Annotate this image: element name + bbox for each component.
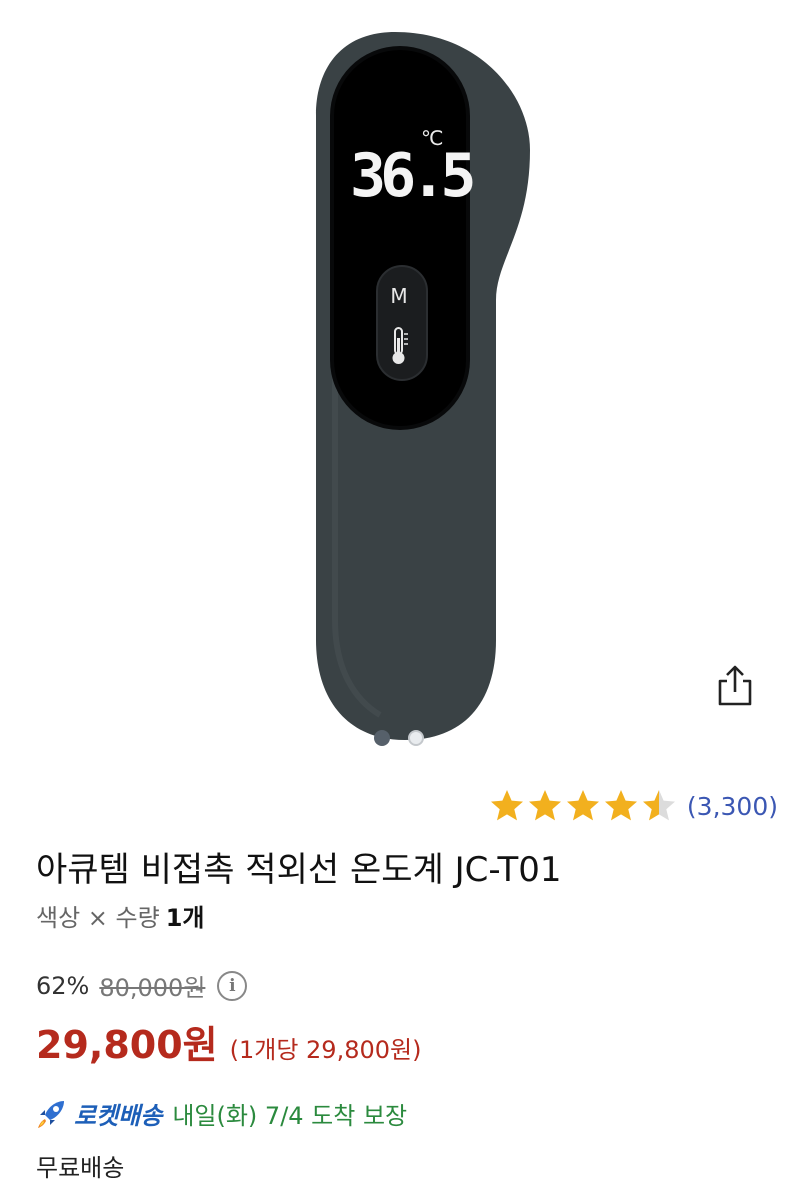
discount-rate: 62% <box>36 971 90 1000</box>
product-title: 아큐템 비접촉 적외선 온도계 JC-T01 <box>36 850 562 890</box>
arrival-guarantee: 내일(화) 7/4 도착 보장 <box>172 1102 408 1130</box>
option-selector[interactable]: 색상 × 수량 1개 <box>36 898 204 933</box>
rocket-icon <box>38 1100 64 1128</box>
rating-summary[interactable]: (3,300) <box>489 788 778 824</box>
delivery-info: 로켓배송 내일(화) 7/4 도착 보장 <box>34 1096 407 1131</box>
info-icon[interactable]: i <box>217 970 248 1001</box>
thermometer-product-image <box>316 32 530 740</box>
sale-price: 29,800원 <box>36 1023 218 1067</box>
sale-price-line: 29,800원 (1개당 29,800원) <box>36 1014 421 1069</box>
share-button[interactable] <box>714 664 756 708</box>
temperature-unit: ℃ <box>421 126 444 150</box>
original-price: 80,000원 <box>99 974 206 1002</box>
rocket-delivery-label: 로켓배송 <box>74 1102 163 1130</box>
share-icon <box>718 665 752 706</box>
mode-button-letter: M <box>390 284 408 308</box>
temperature-reading: 36.5 <box>350 141 477 211</box>
carousel-dot-1[interactable] <box>374 730 390 746</box>
discount-line: 62% 80,000원 i <box>36 968 248 1003</box>
option-label: 색상 × 수량 <box>36 904 160 932</box>
star-rating <box>489 788 677 824</box>
star-icon <box>604 790 637 821</box>
star-icon <box>566 790 599 821</box>
unit-price: (1개당 29,800원) <box>229 1036 422 1064</box>
star-icon <box>642 790 675 821</box>
option-value: 1개 <box>165 904 205 932</box>
star-icon <box>528 790 561 821</box>
star-icon <box>490 790 523 821</box>
carousel-indicator <box>374 730 424 746</box>
shipping-fee: 무료배송 <box>36 1154 125 1182</box>
carousel-dot-2[interactable] <box>408 730 424 746</box>
review-count[interactable]: (3,300) <box>687 792 778 821</box>
product-image-carousel[interactable]: 36.5 ℃ M <box>0 0 806 770</box>
